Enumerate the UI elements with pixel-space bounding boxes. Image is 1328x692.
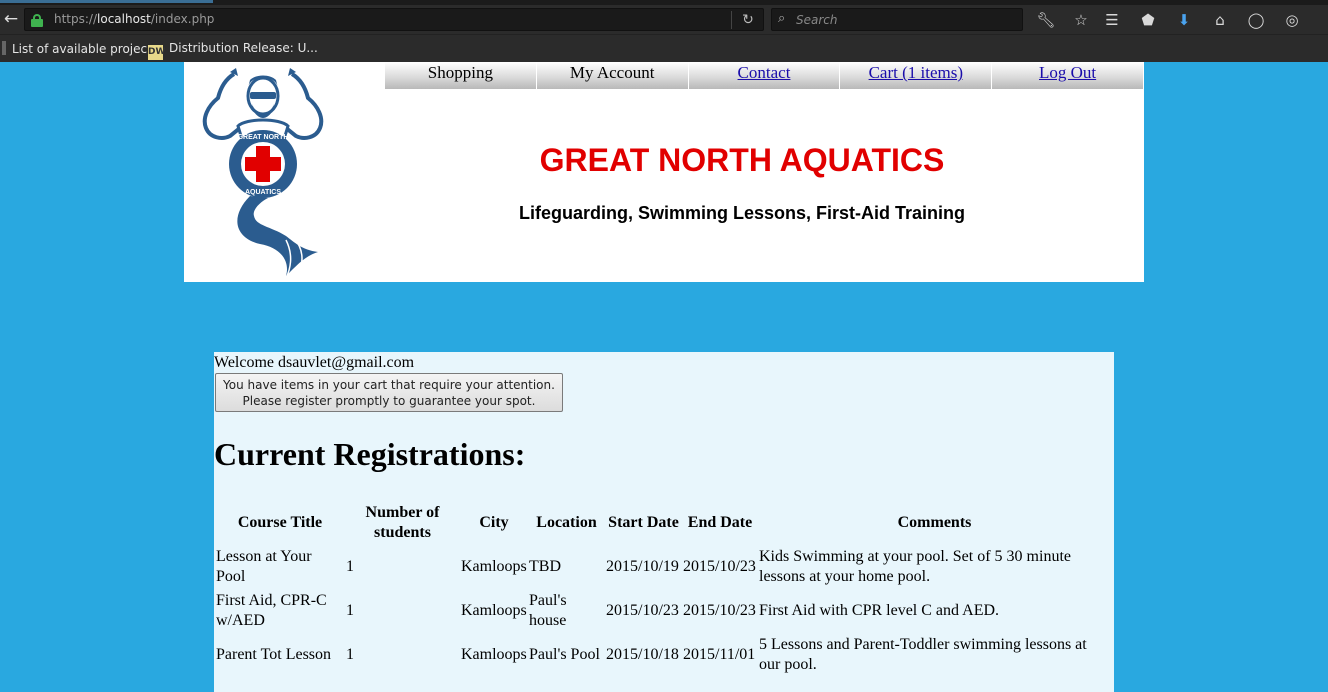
back-arrow-icon[interactable]: ← bbox=[0, 8, 22, 30]
home-icon[interactable]: ⌂ bbox=[1208, 9, 1232, 31]
cell-number-of-students: 1 bbox=[346, 602, 354, 619]
header-location: Location bbox=[536, 514, 597, 531]
cell-number-of-students: 1 bbox=[346, 558, 354, 575]
nav-my-account[interactable]: My Account bbox=[536, 62, 689, 89]
browser-toolbar: ← https://localhost/index.php ↻ ⌕ 🔧︎ ☆ ☰… bbox=[0, 0, 1328, 34]
download-icon[interactable]: ⬇ bbox=[1172, 9, 1196, 31]
cell-end-date: 2015/11/01 bbox=[683, 646, 756, 663]
table-row: Parent Tot Lesson 1 Kamloops Paul's Pool… bbox=[216, 634, 1110, 676]
logo-text-top: GREAT NORTH bbox=[238, 134, 289, 141]
table-row: First Aid, CPR-C w/AED 1 Kamloops Paul's… bbox=[216, 590, 1110, 632]
cell-number-of-students: 1 bbox=[346, 646, 354, 663]
bookmark-star-icon[interactable]: ☆ bbox=[1069, 9, 1093, 31]
cell-city: Kamloops bbox=[461, 558, 527, 575]
cell-city: Kamloops bbox=[461, 646, 527, 663]
logo-text-bottom: AQUATICS bbox=[245, 189, 281, 196]
reload-icon[interactable]: ↻ bbox=[737, 10, 759, 30]
wrench-icon[interactable]: 🔧︎ bbox=[1034, 9, 1058, 31]
search-input[interactable] bbox=[794, 10, 1014, 29]
search-bar[interactable]: ⌕ bbox=[771, 8, 1023, 31]
globe-icon[interactable]: ◎ bbox=[1280, 9, 1304, 31]
distrowatch-favicon-icon: DW bbox=[148, 45, 165, 60]
bookmark-projects[interactable]: List of available projec... bbox=[2, 41, 159, 56]
cart-attention-button[interactable]: You have items in your cart that require… bbox=[215, 373, 563, 412]
header-number-of-students: Number of students bbox=[365, 504, 440, 541]
header-course-title: Course Title bbox=[237, 514, 323, 531]
content-panel: Welcome dsauvlet@gmail.com You have item… bbox=[214, 352, 1114, 692]
nav-shopping[interactable]: Shopping bbox=[385, 62, 537, 89]
bookmarks-bar: List of available projec... DW Distributi… bbox=[0, 34, 1328, 62]
folder-icon bbox=[2, 41, 6, 55]
cell-start-date: 2015/10/23 bbox=[606, 602, 679, 619]
great-north-aquatics-logo: GREAT NORTH AQUATICS bbox=[202, 68, 324, 279]
url-text[interactable]: https://localhost/index.php bbox=[54, 12, 214, 26]
main-navigation: Shopping My Account Contact Cart (1 item… bbox=[385, 62, 1144, 89]
current-registrations-heading: Current Registrations: bbox=[214, 436, 526, 472]
cell-course-title: Parent Tot Lesson bbox=[216, 646, 332, 663]
cell-start-date: 2015/10/19 bbox=[606, 558, 679, 575]
cell-city: Kamloops bbox=[461, 602, 527, 619]
welcome-message: Welcome dsauvlet@gmail.com bbox=[214, 354, 415, 371]
search-icon: ⌕ bbox=[778, 11, 786, 26]
cell-course-title: Lesson at Your Pool bbox=[216, 548, 312, 585]
cell-location: Paul's Pool bbox=[529, 646, 600, 663]
table-row: Lesson at Your Pool 1 Kamloops TBD 2015/… bbox=[216, 546, 1110, 588]
header-comments: Comments bbox=[897, 514, 972, 531]
registrations-table: Course Title Number of students City Loc… bbox=[214, 500, 1112, 678]
chat-icon[interactable]: ◯ bbox=[1244, 9, 1268, 31]
cell-comments: First Aid with CPR level C and AED. bbox=[759, 602, 1000, 619]
nav-logout-link[interactable]: Log Out bbox=[992, 62, 1144, 89]
pocket-icon[interactable]: ⬟ bbox=[1136, 9, 1160, 31]
cell-comments: 5 Lessons and Parent-Toddler swimming le… bbox=[759, 636, 1087, 673]
site-title: GREAT NORTH AQUATICS bbox=[539, 142, 945, 178]
lock-icon bbox=[31, 14, 43, 27]
header-start-date: Start Date bbox=[608, 514, 679, 531]
active-tab-indicator bbox=[0, 0, 213, 3]
site-tagline: Lifeguarding, Swimming Lessons, First-Ai… bbox=[518, 203, 966, 223]
cell-comments: Kids Swimming at your pool. Set of 5 30 … bbox=[759, 548, 1071, 585]
cell-end-date: 2015/10/23 bbox=[683, 558, 756, 575]
header-city: City bbox=[479, 514, 509, 531]
cart-alert-line-2: Please register promptly to guarantee yo… bbox=[242, 394, 536, 408]
cart-alert-line-1: You have items in your cart that require… bbox=[223, 378, 555, 392]
site-header: GREAT NORTH AQUATICS Shopping My Account… bbox=[184, 62, 1144, 282]
bookmark-distribution-release[interactable]: DW Distribution Release: U... bbox=[148, 41, 318, 60]
cell-location: TBD bbox=[529, 558, 561, 575]
cell-start-date: 2015/10/18 bbox=[606, 646, 679, 663]
table-header-row: Course Title Number of students City Loc… bbox=[216, 502, 1110, 544]
cell-course-title: First Aid, CPR-C w/AED bbox=[216, 592, 327, 629]
header-end-date: End Date bbox=[687, 514, 753, 531]
nav-cart-link[interactable]: Cart (1 items) bbox=[840, 62, 993, 89]
address-bar[interactable]: https://localhost/index.php ↻ bbox=[24, 8, 764, 31]
cell-end-date: 2015/10/23 bbox=[683, 602, 756, 619]
reading-list-icon[interactable]: ☰ bbox=[1100, 9, 1124, 31]
url-divider bbox=[731, 11, 732, 29]
cell-location: Paul's house bbox=[529, 592, 567, 629]
nav-contact-link[interactable]: Contact bbox=[688, 62, 841, 89]
